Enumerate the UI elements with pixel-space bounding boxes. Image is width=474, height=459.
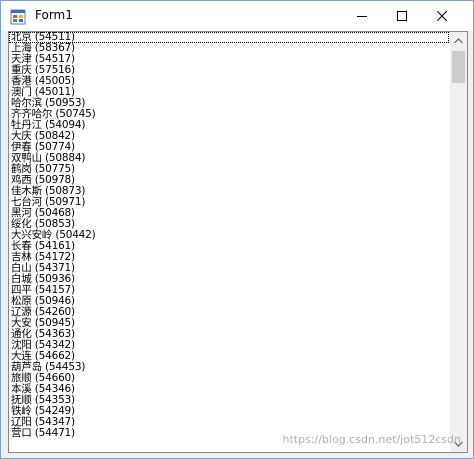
city-listbox[interactable]: 北京 (54511) 上海 (58367) 天津 (54517) 重庆 (57516)…: [8, 31, 468, 453]
list-item[interactable]: 通化 (54363): [9, 329, 449, 340]
list-item[interactable]: 本溪 (54346): [9, 384, 449, 395]
close-button[interactable]: [423, 1, 461, 31]
list-item[interactable]: 四平 (54157): [9, 285, 449, 296]
scroll-up-button[interactable]: [450, 32, 467, 49]
window-title: Form1: [35, 8, 73, 22]
maximize-icon: [397, 11, 407, 21]
close-icon: [437, 11, 447, 21]
watermark-text: https://blog.csdn.net/jot512csdn: [282, 433, 462, 446]
list-item[interactable]: 重庆 (57516): [9, 65, 449, 76]
list-item[interactable]: 铁岭 (54249): [9, 406, 449, 417]
list-item[interactable]: 葫芦岛 (54453): [9, 362, 449, 373]
minimize-button[interactable]: [343, 1, 381, 31]
client-area: 北京 (54511) 上海 (58367) 天津 (54517) 重庆 (57516)…: [1, 31, 473, 458]
scroll-thumb[interactable]: [452, 51, 465, 83]
list-item[interactable]: 香港 (45005): [9, 76, 449, 87]
list-item[interactable]: 天津 (54517): [9, 54, 449, 65]
list-item[interactable]: 吉林 (54172): [9, 252, 449, 263]
list-item[interactable]: 大兴安岭 (50442): [9, 230, 449, 241]
list-item[interactable]: 沈阳 (54342): [9, 340, 449, 351]
list-item[interactable]: 长春 (54161): [9, 241, 449, 252]
winforms-app-icon: [10, 9, 26, 25]
list-item[interactable]: 上海 (58367): [9, 43, 449, 54]
list-item[interactable]: 鹤岗 (50775): [9, 164, 449, 175]
title-bar[interactable]: Form1: [1, 1, 473, 31]
list-item[interactable]: 抚顺 (54353): [9, 395, 449, 406]
list-item[interactable]: 松原 (50946): [9, 296, 449, 307]
list-item[interactable]: 双鸭山 (50884): [9, 153, 449, 164]
list-item[interactable]: 黑河 (50468): [9, 208, 449, 219]
listbox-items: 北京 (54511) 上海 (58367) 天津 (54517) 重庆 (57516)…: [9, 32, 449, 439]
list-item[interactable]: 北京 (54511): [9, 32, 449, 43]
list-item[interactable]: 大庆 (50842): [9, 131, 449, 142]
form1-window: Form1 北京 (54511) 上海 (58367) 天津 (54517) 重庆 (…: [0, 0, 474, 459]
list-item[interactable]: 牡丹江 (54094): [9, 120, 449, 131]
list-item[interactable]: 大安 (50945): [9, 318, 449, 329]
list-item[interactable]: 白山 (54371): [9, 263, 449, 274]
chevron-up-icon: [454, 37, 463, 43]
list-item[interactable]: 七台河 (50971): [9, 197, 449, 208]
list-item[interactable]: 旅顺 (54660): [9, 373, 449, 384]
list-item[interactable]: 辽阳 (54347): [9, 417, 449, 428]
list-item[interactable]: 白城 (50936): [9, 274, 449, 285]
maximize-button[interactable]: [383, 1, 421, 31]
list-item[interactable]: 辽源 (54260): [9, 307, 449, 318]
vertical-scrollbar[interactable]: [450, 32, 467, 452]
minimize-icon: [357, 16, 367, 17]
